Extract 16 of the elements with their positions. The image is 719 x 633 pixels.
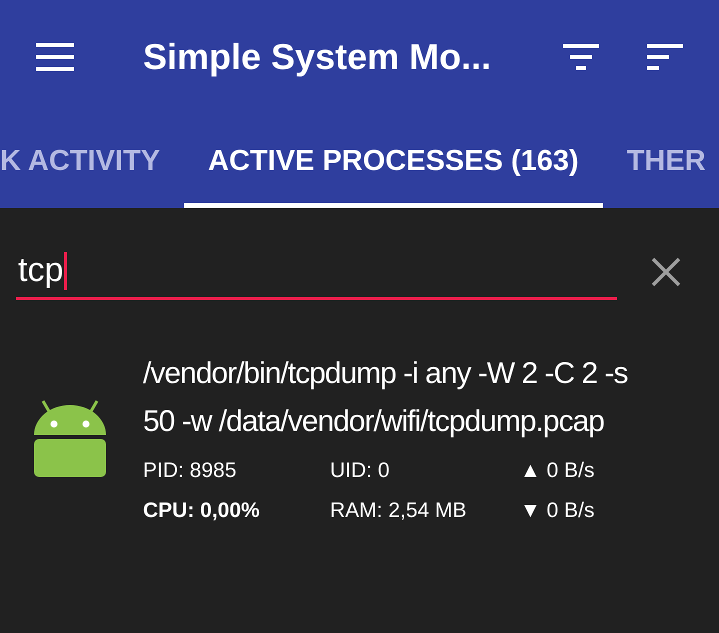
process-stat: UID: 0 [330,458,391,484]
sort-icon[interactable] [647,44,683,70]
tab[interactable]: THER [602,114,719,208]
search-field[interactable]: tcp [16,244,617,300]
process-stat: ▲ 0 B/s [520,458,596,484]
filter-icon[interactable] [563,44,599,70]
close-icon[interactable] [651,257,681,287]
menu-icon[interactable] [36,43,74,71]
process-command: /vendor/bin/tcpdump -i any -W 2 -C 2 -s 50 -w /data/vendor/wifi/tcpdump.pcap [143,356,629,440]
process-stat: CPU: 0,00% [143,498,261,524]
process-stat: PID: 8985 [143,458,238,484]
process-stat: ▼ 0 B/s [520,498,596,524]
app-title: Simple System Mo... [143,36,492,78]
tab[interactable]: ACTIVE PROCESSES (163) [184,114,603,208]
tab[interactable]: K ACTIVITY [0,114,184,208]
process-stat: RAM: 2,54 MB [330,498,468,524]
